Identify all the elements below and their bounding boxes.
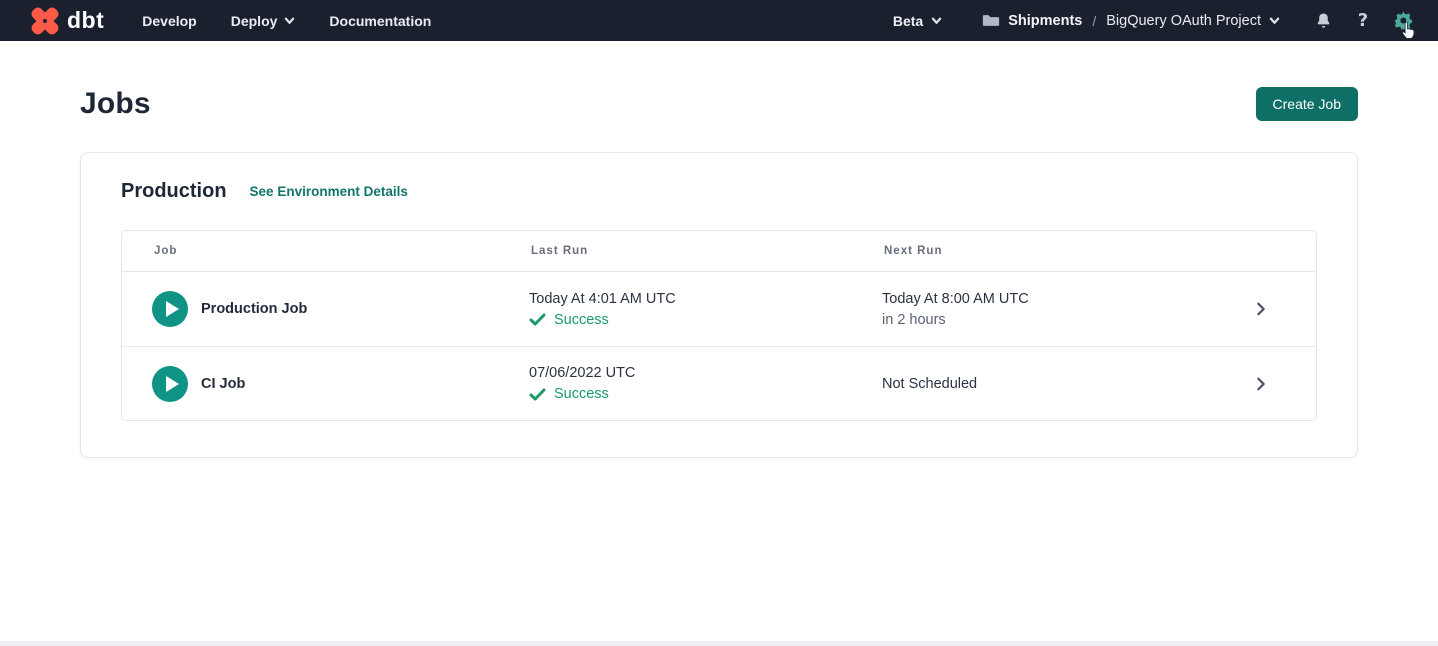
create-job-button[interactable]: Create Job [1256,87,1358,121]
nav-item-documentation[interactable]: Documentation [329,13,431,29]
navbar-icon-group: ? [1312,10,1414,32]
table-row-production-job[interactable]: Production Job Today At 4:01 AM UTC Succ… [122,272,1316,346]
status-label: Success [554,312,609,328]
job-cell: CI Job [152,366,529,402]
navbar-right: Beta Shipments / BigQuery OAuth Project [893,10,1414,32]
run-job-button[interactable] [152,291,188,327]
environment-header: Production See Environment Details [121,180,1317,203]
page-header: Jobs Create Job [80,87,1358,121]
next-run-time: Today At 8:00 AM UTC [882,291,1206,307]
chevron-down-icon [284,15,295,26]
last-run-time: 07/06/2022 UTC [529,365,882,381]
breadcrumb-separator: / [1090,13,1098,29]
next-run-cell: Today At 8:00 AM UTC in 2 hours [882,291,1206,328]
breadcrumb-project-label: BigQuery OAuth Project [1106,13,1261,29]
table-row-ci-job[interactable]: CI Job 07/06/2022 UTC Success Not Schedu… [122,346,1316,420]
main-content: Jobs Create Job Production See Environme… [0,41,1438,646]
next-run-note: in 2 hours [882,312,1206,328]
chevron-down-icon [1269,15,1280,26]
nav-item-develop[interactable]: Develop [142,13,196,29]
nav-item-deploy[interactable]: Deploy [231,13,296,29]
job-name[interactable]: Production Job [201,301,307,317]
next-run-cell: Not Scheduled [882,376,1206,392]
nav-item-develop-label: Develop [142,13,196,29]
nav-item-deploy-label: Deploy [231,13,278,29]
column-header-job: Job [154,245,531,257]
jobs-table-header: Job Last Run Next Run [122,231,1316,272]
dbt-logo-icon [30,6,60,36]
primary-nav: Develop Deploy Documentation [142,13,431,29]
column-header-last-run: Last Run [531,245,884,257]
dbt-logo[interactable]: dbt [30,6,104,36]
last-run-time: Today At 4:01 AM UTC [529,291,882,307]
check-icon [529,313,546,326]
next-run-time: Not Scheduled [882,376,1206,392]
chevron-down-icon [931,15,942,26]
play-icon [166,376,179,392]
breadcrumb-account[interactable]: Shipments [1008,13,1082,29]
last-run-status: Success [529,312,882,328]
app-window: dbt Develop Deploy Documentation Beta [0,0,1438,646]
last-run-status: Success [529,386,882,402]
environment-card: Production See Environment Details Job L… [80,152,1358,458]
dbt-logo-text: dbt [67,7,104,34]
run-job-button[interactable] [152,366,188,402]
page-title: Jobs [80,87,151,121]
check-icon [529,388,546,401]
question-mark-icon: ? [1358,10,1368,31]
last-run-cell: 07/06/2022 UTC Success [529,365,882,402]
bell-icon [1314,11,1333,31]
chevron-right-icon [1254,377,1268,391]
play-icon [166,301,179,317]
help-button[interactable]: ? [1352,10,1374,32]
nav-item-documentation-label: Documentation [329,13,431,29]
mouse-cursor-hand [1400,21,1417,40]
project-breadcrumb: Shipments / BigQuery OAuth Project [982,13,1280,29]
bottom-edge-strip [0,641,1438,646]
beta-dropdown[interactable]: Beta [893,13,942,29]
folder-icon [982,13,1000,28]
navbar-left: dbt Develop Deploy Documentation [30,6,431,36]
open-job-chevron[interactable] [1206,377,1316,391]
status-label: Success [554,386,609,402]
notifications-button[interactable] [1312,10,1334,32]
open-job-chevron[interactable] [1206,302,1316,316]
breadcrumb-project-dropdown[interactable]: BigQuery OAuth Project [1106,13,1280,29]
last-run-cell: Today At 4:01 AM UTC Success [529,291,882,328]
column-header-next-run: Next Run [884,245,1206,257]
beta-label: Beta [893,13,923,29]
job-name[interactable]: CI Job [201,376,245,392]
settings-button[interactable] [1392,10,1414,32]
environment-name: Production [121,180,227,203]
chevron-right-icon [1254,302,1268,316]
top-navbar: dbt Develop Deploy Documentation Beta [0,0,1438,41]
job-cell: Production Job [152,291,529,327]
jobs-table: Job Last Run Next Run Production Job Tod… [121,230,1317,421]
see-environment-details-link[interactable]: See Environment Details [250,184,408,199]
